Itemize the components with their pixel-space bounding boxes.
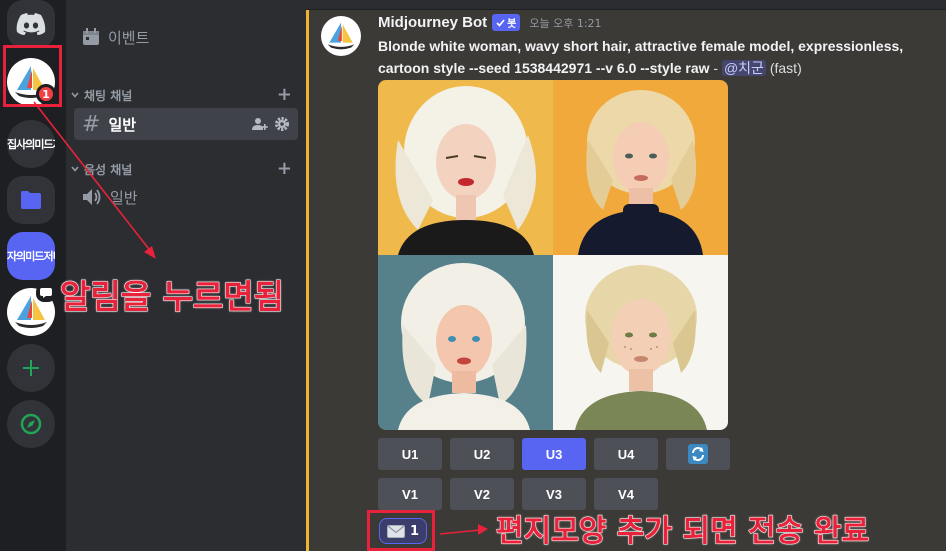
grid-image-3[interactable] xyxy=(378,255,553,430)
message-content: Blonde white woman, wavy short hair, att… xyxy=(378,35,943,79)
chat-top-strip xyxy=(306,0,946,10)
chevron-down-icon xyxy=(71,92,79,98)
bot-tag: 봇 xyxy=(492,14,521,31)
chevron-down-icon xyxy=(71,166,79,172)
reroll-icon xyxy=(688,444,708,464)
upscale-button-1[interactable]: U1 xyxy=(378,438,442,470)
bot-avatar[interactable] xyxy=(321,16,361,56)
notify-highlight-box xyxy=(3,45,62,107)
channel-label: 일반 xyxy=(108,115,137,134)
server-jipsa[interactable]: 집사의미드저 xyxy=(7,120,55,168)
mention-highlight-bar xyxy=(306,10,309,551)
category-label: 채팅 채널 xyxy=(84,88,133,103)
discord-home-button[interactable] xyxy=(7,0,55,48)
explore-servers-button[interactable] xyxy=(7,400,55,448)
grid-image-4[interactable] xyxy=(553,255,728,430)
create-channel-plus-icon[interactable]: + xyxy=(277,160,292,178)
upscale-button-4[interactable]: U4 xyxy=(594,438,658,470)
discord-logo-icon xyxy=(16,13,46,35)
prompt-separator: - xyxy=(709,60,722,76)
user-mention[interactable]: @치군 xyxy=(721,60,766,76)
sailboat-icon xyxy=(327,22,355,50)
message-timestamp: 오늘 오후 1:21 xyxy=(529,16,602,30)
reroll-button[interactable] xyxy=(666,438,730,470)
server-folder[interactable] xyxy=(7,176,55,224)
chat-main: Midjourney Bot 봇 오늘 오후 1:21 Blonde white… xyxy=(306,0,946,551)
category-label: 음성 채널 xyxy=(84,162,133,177)
compass-icon xyxy=(20,413,42,435)
create-channel-plus-icon[interactable]: + xyxy=(277,86,292,104)
gear-icon[interactable] xyxy=(274,116,290,132)
grid-image-1[interactable] xyxy=(378,80,553,255)
folder-icon xyxy=(21,191,41,209)
grid-image-2[interactable] xyxy=(553,80,728,255)
upscale-button-2[interactable]: U2 xyxy=(450,438,514,470)
add-server-button[interactable] xyxy=(7,344,55,392)
author-name[interactable]: Midjourney Bot xyxy=(378,14,487,31)
plus-icon xyxy=(23,360,39,376)
calendar-icon xyxy=(83,28,99,45)
voice-channel-general[interactable]: 일반 xyxy=(74,181,298,213)
message-header: Midjourney Bot 봇 오늘 오후 1:21 xyxy=(378,14,602,31)
chat-bubble-icon xyxy=(36,284,56,302)
events-label: 이벤트 xyxy=(108,28,150,47)
events-link[interactable]: 이벤트 xyxy=(82,24,149,50)
envelope-highlight-box xyxy=(367,510,435,551)
server-abbrev: 집사의미드저 xyxy=(7,138,55,151)
server-selected[interactable]: 자의미드저니 xyxy=(7,232,55,280)
annotation-envelope: 편지모양 추가 되면 전송 완료 xyxy=(496,514,870,550)
hash-icon: # xyxy=(82,111,101,137)
category-voice[interactable]: 음성 채널 + xyxy=(70,160,306,178)
upscale-button-3[interactable]: U3 xyxy=(522,438,586,470)
channel-tools xyxy=(252,116,290,132)
bot-tag-label: 봇 xyxy=(507,19,517,30)
annotation-notify: 알림을 누르면됨 xyxy=(59,277,285,317)
prompt-text: Blonde white woman, wavy short hair, att… xyxy=(378,38,904,76)
channel-label: 일반 xyxy=(110,188,138,207)
image-grid[interactable] xyxy=(378,80,728,430)
variation-button-1[interactable]: V1 xyxy=(378,478,442,510)
server-abbrev: 자의미드저니 xyxy=(7,250,55,263)
speaker-icon xyxy=(83,189,101,205)
checkmark-icon xyxy=(496,18,505,27)
invite-icon[interactable] xyxy=(252,116,268,132)
category-text[interactable]: 채팅 채널 + xyxy=(70,86,306,104)
channel-general[interactable]: # 일반 xyxy=(74,108,298,140)
mode-label: (fast) xyxy=(769,60,802,76)
